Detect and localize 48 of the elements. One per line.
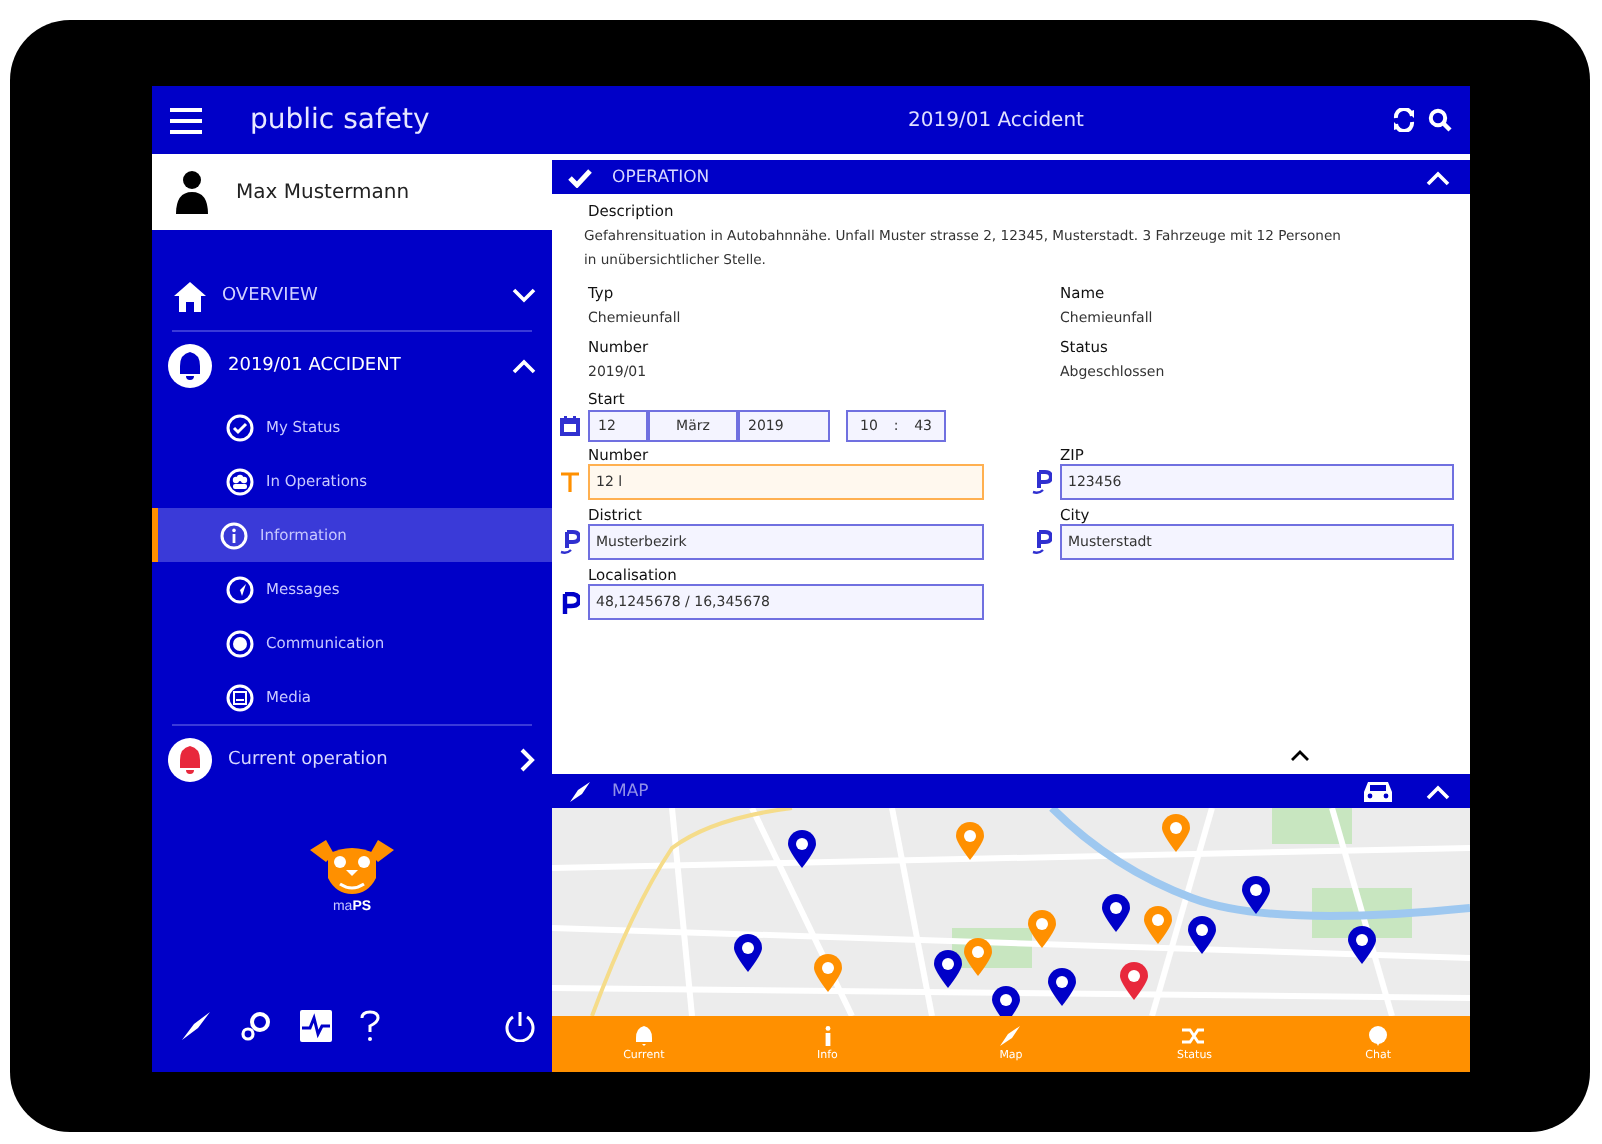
car-icon[interactable]: [1362, 779, 1394, 803]
compass-icon: [1000, 1026, 1021, 1046]
shuffle-icon: [1182, 1026, 1207, 1046]
picture-circle-icon: [226, 683, 254, 711]
heartbeat-icon[interactable]: [300, 1010, 332, 1042]
info-circle-icon: [220, 521, 248, 549]
nav-section[interactable]: Current operation: [152, 726, 552, 794]
chevron-icon: [512, 358, 536, 374]
location-icon: [560, 530, 580, 554]
location-icon: [560, 591, 580, 613]
group-circle-icon: [226, 467, 254, 495]
gears-icon[interactable]: [240, 1010, 272, 1042]
chevron-icon: [1426, 783, 1450, 799]
info-icon: [823, 1026, 832, 1046]
power-icon[interactable]: [504, 1010, 536, 1042]
person-icon: [176, 170, 208, 214]
chat-icon: [1368, 1026, 1389, 1046]
chevron-right-icon: [520, 748, 536, 772]
menu-icon[interactable]: [170, 107, 202, 133]
dog-logo-icon: [308, 838, 396, 898]
refresh-icon[interactable]: [1392, 108, 1416, 132]
bell-icon: [633, 1026, 654, 1046]
operation-header[interactable]: OPERATION: [552, 160, 1470, 194]
bell-icon: [168, 738, 212, 782]
app-title: public safety: [250, 104, 430, 136]
page-title: 2019/01 Accident: [906, 109, 1086, 131]
map-drawing[interactable]: [552, 808, 1470, 1016]
bell-icon: [168, 344, 212, 388]
compass-icon: [568, 779, 592, 803]
arrow-circle-icon: [226, 575, 254, 603]
check-circle-icon: [226, 413, 254, 441]
map-header[interactable]: MAP: [552, 774, 1470, 808]
search-icon[interactable]: [1428, 108, 1452, 132]
chevron-icon: [512, 288, 536, 304]
chevron-up-icon[interactable]: [1290, 750, 1310, 762]
text-icon: [560, 472, 580, 492]
chevron-icon: [1426, 169, 1450, 185]
dot-circle-icon: [226, 629, 254, 657]
nav-section[interactable]: 2019/01 ACCIDENT: [152, 332, 552, 400]
help-icon[interactable]: [360, 1010, 380, 1042]
check-icon: [568, 167, 592, 187]
compass-icon[interactable]: [180, 1010, 212, 1042]
calendar-icon: [560, 416, 580, 436]
nav-section[interactable]: OVERVIEW: [152, 262, 552, 330]
location-icon: [1032, 470, 1052, 494]
location-icon: [1032, 530, 1052, 554]
user-name: Max Mustermann: [236, 181, 410, 203]
home-icon: [174, 281, 206, 311]
